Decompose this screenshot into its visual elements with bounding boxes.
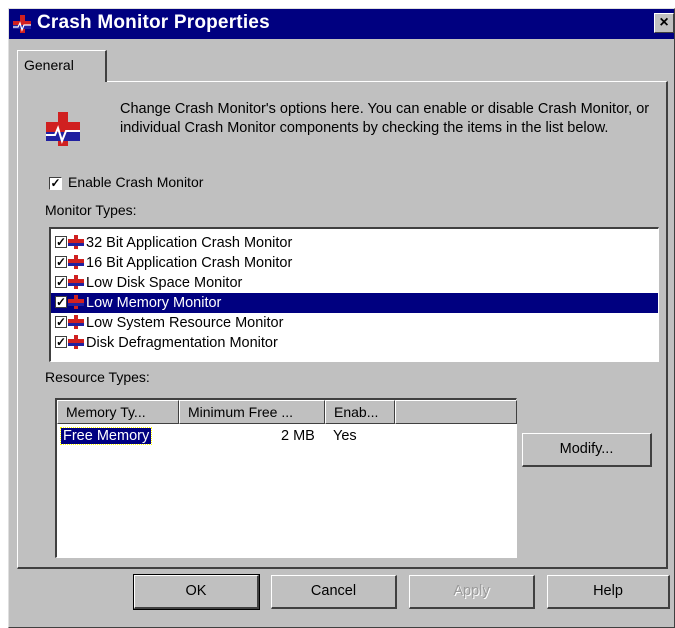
list-item-label: 16 Bit Application Crash Monitor bbox=[86, 255, 293, 271]
column-header-minimum-free[interactable]: Minimum Free ... bbox=[179, 400, 325, 424]
cancel-button[interactable]: Cancel bbox=[271, 575, 397, 609]
window-title: Crash Monitor Properties bbox=[37, 12, 270, 33]
properties-dialog: Crash Monitor Properties × General Chang… bbox=[8, 8, 675, 628]
crash-monitor-icon bbox=[46, 112, 80, 146]
list-item[interactable]: Disk Defragmentation Monitor bbox=[51, 332, 658, 353]
crash-monitor-icon bbox=[68, 235, 84, 249]
cell-memory-type: Free Memory bbox=[59, 427, 153, 445]
resource-types-label: Resource Types: bbox=[45, 369, 150, 385]
item-checkbox[interactable] bbox=[55, 332, 67, 352]
item-checkbox[interactable] bbox=[55, 252, 67, 272]
item-checkbox[interactable] bbox=[55, 272, 67, 292]
list-item[interactable]: 16 Bit Application Crash Monitor bbox=[51, 252, 658, 273]
item-checkbox[interactable] bbox=[55, 232, 67, 252]
description-text: Change Crash Monitor's options here. You… bbox=[120, 101, 650, 136]
crash-monitor-icon bbox=[13, 15, 31, 33]
crash-monitor-icon bbox=[68, 295, 84, 309]
crash-monitor-icon bbox=[68, 315, 84, 329]
help-button[interactable]: Help bbox=[547, 575, 670, 609]
list-item[interactable]: 32 Bit Application Crash Monitor bbox=[51, 232, 658, 253]
monitor-types-list[interactable]: 32 Bit Application Crash Monitor 16 Bit … bbox=[49, 227, 659, 362]
list-item-label: Disk Defragmentation Monitor bbox=[86, 335, 278, 351]
ok-button[interactable]: OK bbox=[133, 574, 260, 610]
title-bar[interactable]: Crash Monitor Properties × bbox=[9, 9, 674, 39]
crash-monitor-icon bbox=[68, 255, 84, 269]
list-item-label: Low Disk Space Monitor bbox=[86, 275, 243, 291]
list-item-label: 32 Bit Application Crash Monitor bbox=[86, 235, 293, 251]
modify-button[interactable]: Modify... bbox=[522, 433, 652, 467]
tab-general[interactable]: General bbox=[17, 50, 107, 82]
item-checkbox[interactable] bbox=[55, 292, 67, 312]
column-header-enabled[interactable]: Enab... bbox=[325, 400, 395, 424]
cell-minimum-free: 2 MB bbox=[281, 428, 315, 444]
close-icon: × bbox=[659, 14, 669, 31]
item-checkbox[interactable] bbox=[55, 312, 67, 332]
list-item[interactable]: Low System Resource Monitor bbox=[51, 312, 658, 333]
crash-monitor-icon bbox=[68, 275, 84, 289]
enable-crash-monitor-label[interactable]: Enable Crash Monitor bbox=[68, 174, 203, 190]
close-button[interactable]: × bbox=[654, 13, 674, 33]
list-item-selected[interactable]: Low Memory Monitor bbox=[51, 292, 658, 313]
tab-general-label: General bbox=[24, 57, 74, 73]
cell-enabled: Yes bbox=[333, 428, 357, 444]
column-header-empty[interactable] bbox=[395, 400, 517, 424]
list-item-label: Low Memory Monitor bbox=[86, 295, 222, 311]
crash-monitor-icon bbox=[68, 335, 84, 349]
column-header-memory-type[interactable]: Memory Ty... bbox=[57, 400, 179, 424]
enable-crash-monitor-checkbox[interactable]: ✓ bbox=[49, 177, 62, 190]
resource-types-table[interactable]: Memory Ty... Minimum Free ... Enab... Fr… bbox=[55, 398, 517, 558]
apply-button[interactable]: Apply bbox=[409, 575, 535, 609]
monitor-types-label: Monitor Types: bbox=[45, 202, 137, 218]
list-item[interactable]: Low Disk Space Monitor bbox=[51, 272, 658, 293]
check-icon: ✓ bbox=[50, 176, 61, 190]
list-item-label: Low System Resource Monitor bbox=[86, 315, 284, 331]
